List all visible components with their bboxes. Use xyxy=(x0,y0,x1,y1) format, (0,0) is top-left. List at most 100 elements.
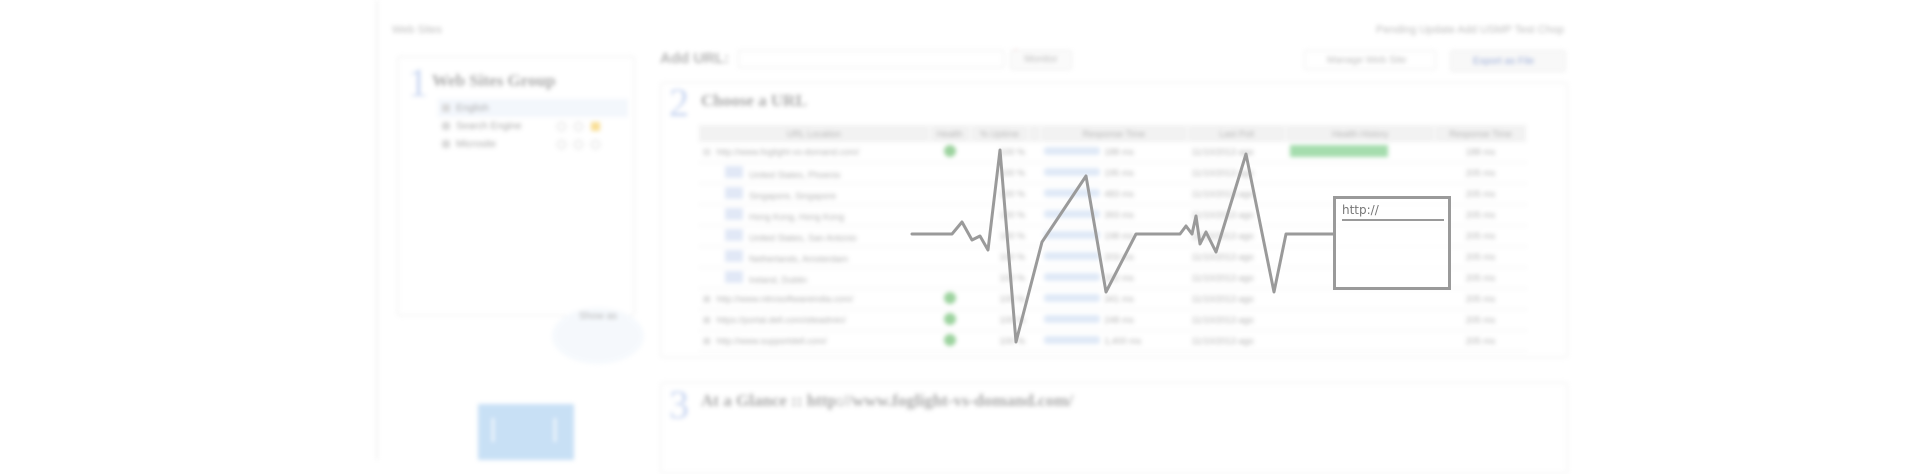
url-cell: ⊞ http://www.supportdell.com/ xyxy=(699,330,930,352)
response-cell: 202 ms xyxy=(1040,267,1188,289)
last-poll-value: 11/10/2013 ago xyxy=(1191,294,1254,304)
breadcrumb[interactable]: Web Sites xyxy=(392,24,442,36)
uptime-value: 100 % xyxy=(999,315,1025,325)
table-row[interactable]: ⊟ http://www.foglight-vs-domand.com/100 %… xyxy=(699,142,1527,163)
uptime-value: 100 % xyxy=(999,231,1025,241)
url-label[interactable]: Netherlands, Amsterdam xyxy=(749,254,848,264)
history-cell xyxy=(1285,225,1435,247)
rt-cell: 205 ms xyxy=(1434,267,1527,289)
column-header[interactable]: URL Location xyxy=(699,125,930,142)
edit-icon[interactable] xyxy=(557,139,566,149)
column-header[interactable]: % Uptime xyxy=(970,125,1030,142)
expander-icon[interactable]: ⊞ xyxy=(703,315,711,325)
response-cell: 341 ms xyxy=(1040,288,1188,310)
table-row[interactable]: ⊞ http://www.nitrosoftwareindia.com/100 %… xyxy=(699,288,1527,310)
table-row[interactable]: ⊞ http://www.supportdell.com/100 % 1,400 m… xyxy=(699,330,1527,352)
alert-icon[interactable] xyxy=(591,121,600,131)
group-tools xyxy=(557,139,600,149)
choose-url-panel: 2 Choose a URL URL Location Health% Uptim… xyxy=(660,80,1568,358)
flag-icon xyxy=(725,208,743,220)
rt-value: 205 ms xyxy=(1465,189,1496,199)
manage-web-site-button[interactable]: Manage Web Site xyxy=(1304,50,1436,70)
last-poll-cell: 11/10/2013 ago xyxy=(1187,267,1286,289)
rt-value: 205 ms xyxy=(1465,252,1496,262)
share-bubble[interactable]: Show as xyxy=(552,308,644,364)
sparkline xyxy=(1044,168,1101,176)
spacer-cell xyxy=(1028,309,1041,331)
expander-icon[interactable]: ⊞ xyxy=(703,294,711,304)
table-row[interactable]: Netherlands, Amsterdam 100 % 203 ms 11/10/2… xyxy=(699,246,1527,268)
rt-value: 205 ms xyxy=(1465,231,1496,241)
uptime-cell: 100 % xyxy=(970,225,1029,247)
web-sites-group-panel: 1 Web Sites Group English Search Engine Mi… xyxy=(397,56,635,316)
expander-icon[interactable]: ⊟ xyxy=(703,147,711,157)
history-cell xyxy=(1285,330,1435,352)
sparkline xyxy=(1044,252,1101,260)
group-item[interactable]: English xyxy=(438,99,628,117)
table-row[interactable]: Ireland, Dublin 100 % 202 ms 11/10/2013 ago… xyxy=(699,267,1527,289)
url-label[interactable]: http://www.supportdell.com/ xyxy=(717,336,827,346)
frame-divider xyxy=(376,0,378,460)
health-history-bar xyxy=(1289,145,1388,157)
uptime-cell: 100 % xyxy=(970,309,1029,331)
settings-icon[interactable] xyxy=(574,139,583,149)
column-header[interactable] xyxy=(1028,125,1041,142)
monitor-button[interactable]: Monitor xyxy=(1010,50,1072,70)
expander-icon[interactable]: ⊞ xyxy=(703,336,711,346)
chart-thumbnail[interactable] xyxy=(478,404,574,460)
column-header[interactable]: Response Time xyxy=(1040,125,1189,142)
group-label: Microsite xyxy=(456,138,497,150)
flag-icon xyxy=(725,229,743,241)
flag-icon xyxy=(725,271,743,283)
url-label[interactable]: Singapore, Singapore xyxy=(749,191,836,201)
uptime-cell: 100 % xyxy=(970,204,1029,226)
table-row[interactable]: Hong Kong, Hong Kong 100 % 393 ms 11/10/201… xyxy=(699,204,1527,226)
history-cell xyxy=(1285,142,1435,163)
health-cell xyxy=(929,162,971,184)
response-value: 198 ms xyxy=(1104,231,1134,241)
table-row[interactable]: Singapore, Singapore 100 % 483 ms 11/10/201… xyxy=(699,183,1527,205)
url-label[interactable]: http://www.nitrosoftwareindia.com/ xyxy=(717,294,854,304)
column-header[interactable]: Response Time xyxy=(1434,125,1528,142)
column-header[interactable]: Health History xyxy=(1285,125,1435,142)
response-cell: 195 ms xyxy=(1040,162,1188,184)
rt-cell: 205 ms xyxy=(1434,183,1527,205)
url-label[interactable]: Ireland, Dublin xyxy=(749,275,807,285)
group-list: English Search Engine Microsite xyxy=(438,99,628,153)
url-label[interactable]: https://portal.dell.com/siteadmin/ xyxy=(717,315,846,325)
url-cell: ⊞ http://www.nitrosoftwareindia.com/ xyxy=(699,288,930,310)
url-label[interactable]: http://www.foglight-vs-domand.com/ xyxy=(717,147,860,157)
column-header[interactable]: Health xyxy=(929,125,971,142)
url-label[interactable]: United States, Phoenix xyxy=(749,170,841,180)
top-links[interactable]: Pending Update Add USMP Test Chop xyxy=(1376,24,1564,36)
last-poll-cell: 11/10/2013 ago xyxy=(1187,142,1286,163)
table-row[interactable]: United States, Phoenix 100 % 195 ms 11/10/2… xyxy=(699,162,1527,184)
uptime-cell: 100 % xyxy=(970,142,1029,163)
table-row[interactable]: United States, San Antonio 100 % 198 ms 11/… xyxy=(699,225,1527,247)
last-poll-cell: 11/10/2013 ago xyxy=(1187,204,1286,226)
url-cell: Singapore, Singapore xyxy=(699,183,930,205)
settings-icon[interactable] xyxy=(574,121,583,131)
flag-icon xyxy=(725,166,743,178)
flag-icon xyxy=(725,250,743,262)
group-item[interactable]: Microsite xyxy=(438,135,628,153)
group-item[interactable]: Search Engine xyxy=(438,117,628,135)
url-cell: ⊞ https://portal.dell.com/siteadmin/ xyxy=(699,309,930,331)
export-button[interactable]: Export as File xyxy=(1450,50,1566,72)
health-cell xyxy=(929,204,971,226)
sparkline xyxy=(1044,273,1101,281)
health-cell xyxy=(929,225,971,247)
column-header[interactable]: Last Poll xyxy=(1187,125,1287,142)
table-row[interactable]: ⊞ https://portal.dell.com/siteadmin/100 %… xyxy=(699,309,1527,331)
alert-icon[interactable] xyxy=(591,139,600,149)
url-table: URL Location Health% Uptime Response Time L… xyxy=(699,125,1528,352)
rt-value: 205 ms xyxy=(1465,315,1496,325)
edit-icon[interactable] xyxy=(557,121,566,131)
url-label[interactable]: Hong Kong, Hong Kong xyxy=(749,212,844,222)
history-cell xyxy=(1285,183,1435,205)
url-label[interactable]: United States, San Antonio xyxy=(749,233,857,243)
rt-cell: 205 ms xyxy=(1434,330,1527,352)
add-url-input[interactable] xyxy=(738,50,1004,68)
last-poll-cell: 11/10/2013 ago xyxy=(1187,225,1286,247)
health-cell xyxy=(929,246,971,268)
